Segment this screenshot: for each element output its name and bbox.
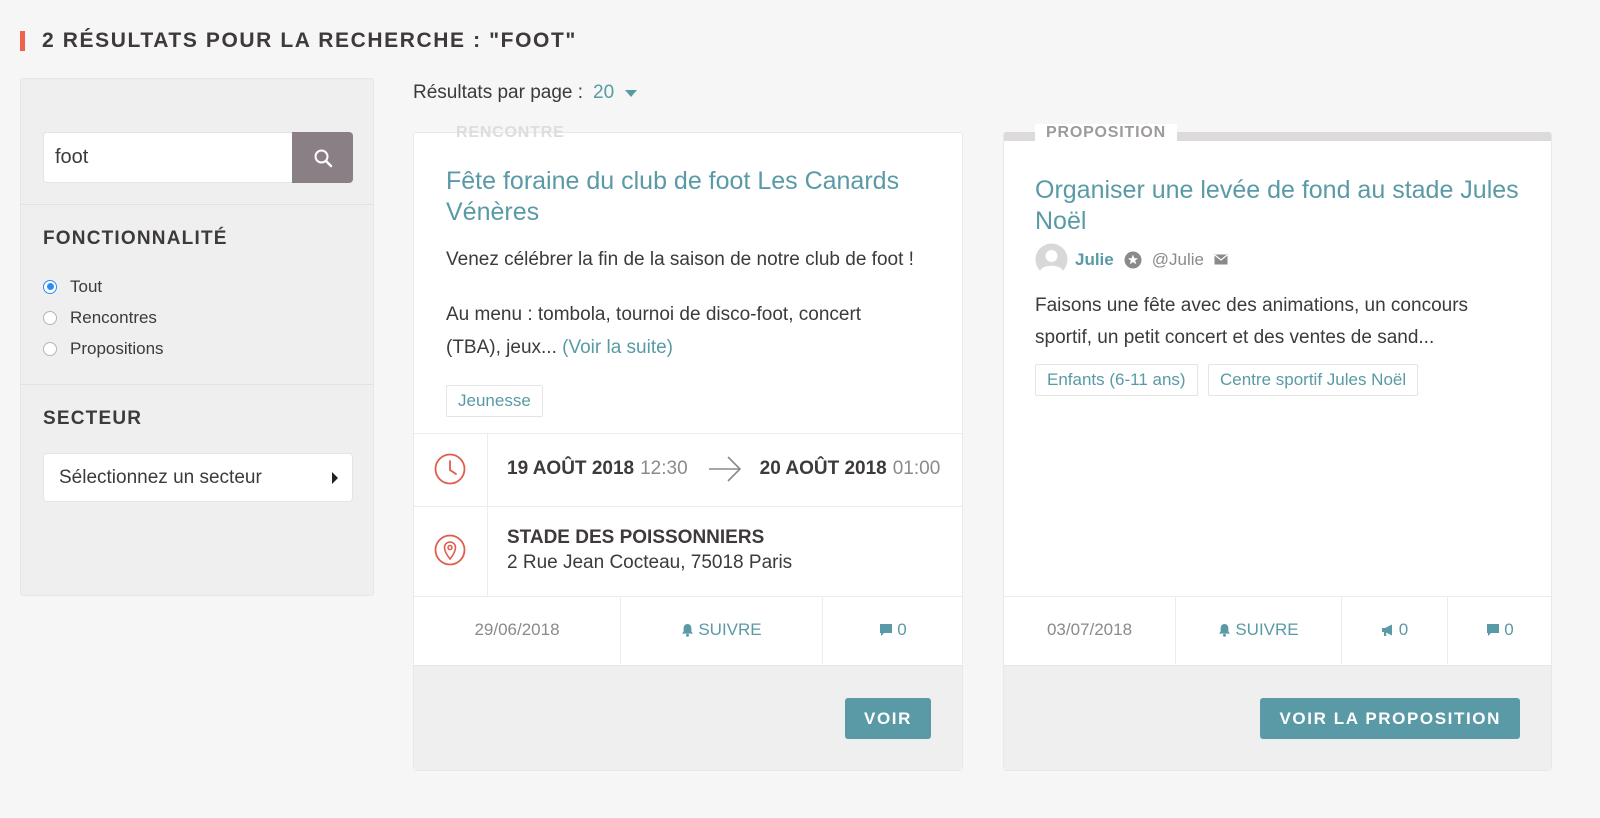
radio-label: Rencontres	[70, 307, 157, 327]
radio-button[interactable]	[43, 341, 57, 356]
divider	[21, 204, 373, 205]
author-handle: @Julie	[1151, 249, 1204, 269]
card-type-label: RENCONTRE	[456, 124, 565, 141]
divider	[21, 384, 373, 385]
endorsements-value: 0	[1398, 620, 1409, 639]
meeting-card: RENCONTRE Fête foraine du club de foot L…	[413, 124, 963, 771]
caret-right-icon	[332, 471, 338, 484]
search-input[interactable]	[43, 132, 292, 183]
comments-count[interactable]: 0	[823, 596, 963, 664]
end-time: 01:00	[892, 458, 941, 479]
envelope-icon[interactable]	[1214, 254, 1228, 265]
proposal-card: PROPOSITION Organiser une levée de fond …	[1003, 124, 1552, 771]
page-title: 2 RÉSULTATS POUR LA RECHERCHE : "FOOT"	[42, 29, 577, 52]
features-radio-group: Tout Rencontres Propositions	[43, 271, 164, 364]
radio-option-tout[interactable]: Tout	[43, 271, 164, 302]
card-type-label: PROPOSITION	[1035, 124, 1177, 142]
card-description: Venez célébrer la fin de la saison de no…	[446, 249, 914, 270]
search-form	[43, 132, 353, 183]
results-per-page-value: 20	[593, 82, 615, 103]
comments-value: 0	[897, 620, 907, 639]
divider	[414, 506, 962, 507]
publish-date: 03/07/2018	[1046, 620, 1133, 639]
radio-option-propositions[interactable]: Propositions	[43, 333, 164, 364]
card-footer: 29/06/2018 SUIVRE 0	[414, 596, 962, 664]
card-description-more: Au menu : tombola, tournoi de disco-foot…	[446, 298, 916, 364]
caret-down-icon	[625, 89, 638, 97]
venue-address: 2 Rue Jean Cocteau, 75018 Paris	[507, 552, 793, 573]
end-date: 20 AOÛT 2018	[759, 458, 887, 479]
tag-jeunesse[interactable]: Jeunesse	[446, 385, 543, 417]
card-description: Faisons une fête avec des animations, un…	[1035, 295, 1469, 348]
read-more-link[interactable]: (Voir la suite)	[562, 337, 673, 358]
sector-select[interactable]: Sélectionnez un secteur	[43, 453, 353, 502]
divider	[487, 433, 488, 596]
page-title-bar: 2 RÉSULTATS POUR LA RECHERCHE : "FOOT"	[20, 29, 577, 52]
follow-button[interactable]: SUIVRE	[621, 596, 822, 664]
follow-label: SUIVRE	[1235, 620, 1299, 639]
location-pin-icon	[434, 534, 466, 566]
card-action-area: VOIR	[414, 665, 962, 770]
comments-count[interactable]: 0	[1448, 596, 1552, 664]
radio-button[interactable]	[43, 310, 57, 325]
sector-select-label: Sélectionnez un secteur	[59, 466, 262, 488]
results-per-page-label: Résultats par page :	[413, 82, 584, 103]
results-per-page: Résultats par page : 20	[413, 82, 638, 104]
megaphone-icon	[1381, 624, 1392, 636]
radio-label: Propositions	[70, 338, 164, 358]
author-name[interactable]: Julie	[1075, 250, 1114, 270]
follow-label: SUIVRE	[698, 620, 762, 639]
search-icon	[314, 149, 332, 167]
title-accent-mark	[20, 31, 25, 51]
results-per-page-dropdown[interactable]: 20	[593, 82, 638, 104]
search-button[interactable]	[292, 132, 353, 183]
radio-label: Tout	[70, 276, 103, 296]
tag-age-group[interactable]: Enfants (6-11 ans)	[1035, 364, 1198, 396]
comments-value: 0	[1504, 620, 1514, 639]
follow-button[interactable]: SUIVRE	[1176, 596, 1341, 664]
card-title-link[interactable]: Organiser une levée de fond au stade Jul…	[1035, 175, 1525, 237]
clock-icon	[434, 453, 466, 485]
event-dates: 19 AOÛT 2018 12:30 20 AOÛT 2018 01:00	[507, 456, 940, 482]
card-title-link[interactable]: Fête foraine du club de foot Les Canards…	[446, 166, 926, 228]
arrow-right-icon	[708, 456, 741, 482]
divider	[414, 433, 962, 434]
comment-icon	[1487, 624, 1500, 636]
avatar[interactable]	[1035, 243, 1068, 276]
bell-icon	[1219, 624, 1231, 637]
publish-date: 29/06/2018	[474, 620, 560, 639]
radio-button-checked[interactable]	[43, 279, 57, 294]
event-location: STADE DES POISSONNIERS 2 Rue Jean Coctea…	[507, 525, 792, 575]
sector-heading: SECTEUR	[43, 408, 143, 429]
filter-sidebar: FONCTIONNALITÉ Tout Rencontres Propositi…	[20, 78, 374, 596]
comment-icon	[880, 624, 893, 636]
tag-location[interactable]: Centre sportif Jules Noël	[1208, 364, 1419, 396]
voir-la-proposition-button[interactable]: VOIR LA PROPOSITION	[1260, 698, 1520, 739]
start-time: 12:30	[640, 458, 688, 479]
official-badge-icon	[1124, 251, 1142, 268]
voir-button[interactable]: VOIR	[845, 698, 931, 739]
venue-name: STADE DES POISSONNIERS	[507, 527, 765, 548]
start-date: 19 AOÛT 2018	[507, 458, 635, 479]
radio-option-rencontres[interactable]: Rencontres	[43, 302, 164, 333]
endorsements-count[interactable]: 0	[1342, 596, 1447, 664]
features-heading: FONCTIONNALITÉ	[43, 228, 228, 249]
bell-icon	[682, 624, 694, 637]
author-info: Julie @Julie	[1035, 243, 1228, 276]
card-footer: 03/07/2018 SUIVRE 0 0	[1004, 596, 1551, 664]
card-action-area: VOIR LA PROPOSITION	[1004, 665, 1551, 770]
